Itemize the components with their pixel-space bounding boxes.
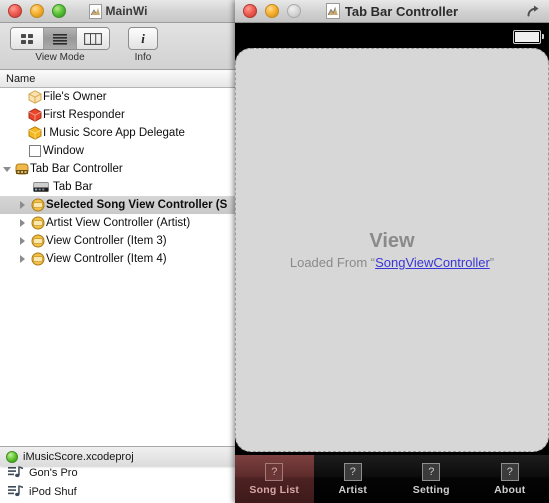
green-status-dot [6,450,18,463]
column-header-name: Name [6,72,36,85]
info-label: Info [134,52,152,63]
table-row[interactable]: Tab Bar [0,178,236,196]
list-item-label: Gon's Pro [29,466,78,479]
document-status-bar: iMusicScore.xcodeproj [0,446,236,466]
icon-view-button[interactable] [11,28,44,49]
xib-document-window: MainWi View Mode i Info Name File's Owne… [0,0,236,466]
files-owner-icon [26,90,43,104]
disclosure-triangle-closed[interactable] [16,201,29,209]
close-button[interactable] [8,4,22,18]
tab-bar-controller-icon [13,162,30,176]
project-name-label: iMusicScore.xcodeproj [23,450,134,463]
simulator-window-title-text: Tab Bar Controller [344,3,459,19]
list-view-button[interactable] [44,28,77,49]
table-row[interactable]: View Controller (Item 3) [0,232,236,250]
view-controller-icon [29,252,46,266]
outline-column-header[interactable]: Name [0,70,236,88]
traffic-light-group [0,4,66,18]
zoom-button[interactable] [52,4,66,18]
table-row-label: Artist View Controller (Artist) [46,217,191,229]
device-status-bar [235,23,549,49]
info-group: i Info [128,27,158,63]
table-row-label: I Music Score App Delegate [43,127,185,139]
tab-label: Song List [249,483,300,496]
table-row[interactable]: View Controller (Item 4) [0,250,236,268]
tab-about[interactable]: ? About [470,455,549,503]
column-view-button[interactable] [77,28,109,49]
nib-link[interactable]: SongViewController [375,255,490,270]
disclosure-triangle-closed[interactable] [16,219,29,227]
document-window-title-text: MainWi [105,4,148,18]
view-mode-segmented-control[interactable] [10,27,110,50]
table-row-selected[interactable]: Selected Song View Controller (S [0,196,236,214]
battery-icon [513,30,544,44]
document-toolbar: View Mode i Info [0,23,236,70]
view-mode-label: View Mode [35,52,85,63]
table-row-label: Selected Song View Controller (S [46,199,228,211]
placeholder-question-icon: ? [422,462,441,481]
xib-document-icon [88,3,102,19]
document-window-titlebar[interactable]: MainWi [0,0,236,23]
table-row-label: Tab Bar [53,181,93,193]
view-controller-icon [29,216,46,230]
tab-bar-controller-window: Tab Bar Controller View Loaded From “Son… [235,0,549,503]
tab-label: About [494,483,526,496]
table-row[interactable]: File's Owner [0,88,236,106]
placeholder-question-icon: ? [343,462,362,481]
first-responder-icon [26,108,43,122]
table-row[interactable]: Tab Bar Controller [0,160,236,178]
tab-label: Artist [338,483,368,496]
traffic-light-group [235,4,301,18]
tab-bar-icon [32,181,49,193]
tab-song-list[interactable]: ? Song List [235,455,314,503]
view-subtitle: Loaded From “SongViewController” [290,255,494,270]
table-row-label: File's Owner [43,91,107,103]
disclosure-triangle-open[interactable] [0,166,13,172]
canvas-view-area[interactable]: View Loaded From “SongViewController” [235,48,549,452]
music-note-icon [8,485,24,498]
tab-artist[interactable]: ? Artist [313,455,392,503]
table-row-label: First Responder [43,109,125,121]
minimize-button[interactable] [265,4,279,18]
table-row[interactable]: I Music Score App Delegate [0,124,236,142]
window-icon [26,144,43,158]
restore-arrow-icon[interactable] [525,3,541,19]
close-button[interactable] [243,4,257,18]
view-mode-group: View Mode [10,27,110,63]
simulator-window-titlebar[interactable]: Tab Bar Controller [235,0,549,23]
view-heading: View [369,230,415,252]
outline-view[interactable]: File's Owner First Responder I Music Sco… [0,88,236,453]
zoom-button[interactable] [287,4,301,18]
info-button[interactable]: i [128,27,158,50]
list-item-label: iPod Shuf [29,485,77,498]
screen: Gon's Pro iPod Shuf MainWi View Mode i I… [0,0,549,503]
tab-label: Setting [412,483,450,496]
disclosure-triangle-closed[interactable] [16,255,29,263]
music-note-icon [8,466,24,479]
tab-bar[interactable]: ? Song List ? Artist ? Setting ? About [235,455,549,503]
disclosure-triangle-closed[interactable] [16,237,29,245]
itunes-content-pane [92,463,236,503]
table-row-label: View Controller (Item 3) [46,235,167,247]
info-icon: i [141,30,145,46]
placeholder-question-icon: ? [500,462,519,481]
view-controller-icon [29,198,46,212]
view-controller-icon [29,234,46,248]
xib-document-icon [325,3,340,19]
app-delegate-icon [26,126,43,140]
table-row-label: Window [43,145,84,157]
table-row[interactable]: First Responder [0,106,236,124]
placeholder-view[interactable]: View Loaded From “SongViewController” [235,48,549,452]
placeholder-question-icon: ? [265,462,284,481]
table-row[interactable]: Window [0,142,236,160]
view-subtitle-prefix: Loaded From “ [289,255,376,270]
table-row-label: View Controller (Item 4) [46,253,167,265]
table-row[interactable]: Artist View Controller (Artist) [0,214,236,232]
itunes-window: Gon's Pro iPod Shuf [0,462,236,503]
view-subtitle-suffix: ” [489,255,495,270]
tab-setting[interactable]: ? Setting [392,455,471,503]
minimize-button[interactable] [30,4,44,18]
table-row-label: Tab Bar Controller [30,163,123,175]
